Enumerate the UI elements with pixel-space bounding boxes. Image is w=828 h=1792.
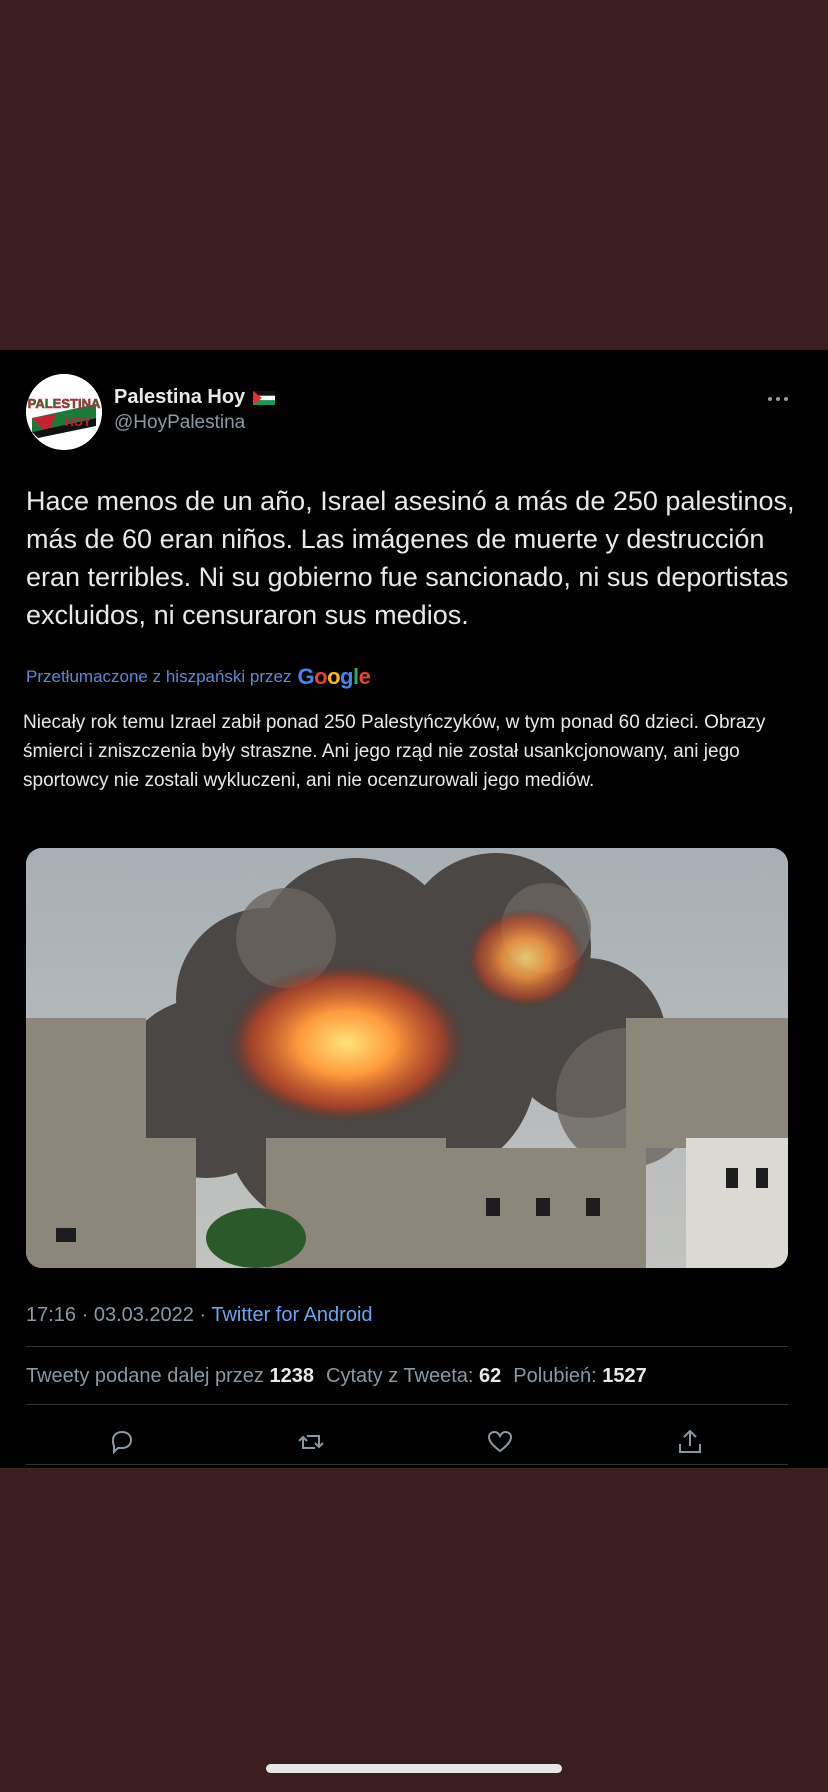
source-link[interactable]: Twitter for Android bbox=[211, 1304, 372, 1326]
like-icon[interactable] bbox=[486, 1428, 514, 1456]
handle[interactable]: @HoyPalestina bbox=[114, 412, 245, 434]
tweet-media[interactable] bbox=[26, 848, 788, 1268]
timestamp-row: 17:16 · 03.03.2022 · Twitter for Android bbox=[26, 1304, 373, 1327]
divider bbox=[26, 1464, 788, 1465]
action-bar bbox=[26, 1420, 788, 1464]
avatar-text-bottom: HOY bbox=[65, 415, 91, 429]
retweets-stat[interactable]: Tweety podane dalej przez 1238 bbox=[26, 1365, 314, 1388]
likes-stat[interactable]: Polubień: 1527 bbox=[513, 1365, 646, 1388]
reply-icon[interactable] bbox=[108, 1428, 136, 1456]
divider bbox=[26, 1346, 788, 1347]
display-name[interactable]: Palestina Hoy bbox=[114, 386, 245, 409]
translation-text: Niecały rok temu Izrael zabił ponad 250 … bbox=[23, 712, 766, 791]
home-indicator[interactable] bbox=[266, 1764, 562, 1773]
tweet-card: PALESTINA HOY Palestina Hoy @HoyPalestin… bbox=[0, 350, 828, 1468]
stats-row: Tweety podane dalej przez 1238 Cytaty z … bbox=[26, 1365, 647, 1388]
translated-by[interactable]: Przetłumaczone z hiszpański przez Google bbox=[26, 664, 371, 690]
quotes-stat[interactable]: Cytaty z Tweeta: 62 bbox=[326, 1365, 501, 1388]
retweet-icon[interactable] bbox=[297, 1428, 325, 1456]
avatar[interactable]: PALESTINA HOY bbox=[26, 374, 102, 450]
avatar-text-top: PALESTINA bbox=[28, 396, 101, 411]
palestine-flag-icon bbox=[253, 390, 276, 405]
more-icon[interactable] bbox=[764, 390, 792, 401]
share-icon[interactable] bbox=[676, 1428, 704, 1456]
timestamp[interactable]: 17:16 · 03.03.2022 · bbox=[26, 1304, 211, 1326]
translated-label: Przetłumaczone z hiszpański przez bbox=[26, 667, 292, 686]
tweet-text: Hace menos de un año, Israel asesinó a m… bbox=[26, 486, 795, 630]
google-logo: Google bbox=[297, 664, 371, 689]
divider bbox=[26, 1404, 788, 1405]
author-name-row[interactable]: Palestina Hoy bbox=[114, 386, 276, 409]
